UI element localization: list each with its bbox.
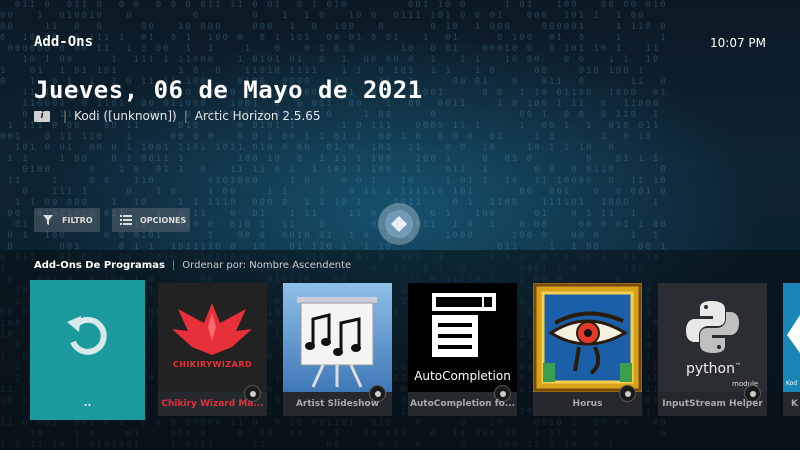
app-version: Kodi ([unknown])	[74, 109, 177, 123]
info-icon: i	[34, 110, 50, 122]
addon-card-artist-slideshow[interactable]: Artist Slideshow	[283, 283, 392, 416]
options-label: OPCIONES	[140, 215, 187, 225]
clock: 10:07 PM	[710, 36, 766, 50]
funnel-icon	[43, 215, 53, 225]
kodi-art-text: Kod	[786, 380, 798, 387]
separator: |	[63, 109, 68, 123]
card-label: AutoCompletion fo...	[409, 399, 516, 409]
card-label: Artist Slideshow	[295, 399, 380, 409]
artist-slideshow-art	[283, 283, 392, 392]
addon-card-chikiry-wizard[interactable]: CHIKIRYWIZARD Chikiry Wizard Ma...	[158, 283, 267, 416]
card-label: Horus	[572, 399, 603, 409]
addon-card-partial[interactable]: Kod K	[783, 283, 800, 416]
card-label: InputStream Helper	[662, 399, 763, 409]
sort-label: Ordenar por: Nombre Ascendente	[182, 260, 352, 271]
horus-art	[533, 283, 642, 392]
chikiry-logo-text: CHIKIRYWIZARD	[172, 360, 253, 369]
card-label: Chikiry Wizard Ma...	[161, 399, 264, 409]
filter-button[interactable]: FILTRO	[34, 208, 100, 232]
date-heading: Jueves, 06 de Mayo de 2021	[34, 76, 423, 104]
addon-card-autocompletion[interactable]: AutoCompletion AutoCompletion fo...	[408, 283, 517, 416]
filter-label: FILTRO	[62, 215, 93, 225]
card-label: K	[791, 399, 798, 409]
card-label: ..	[83, 398, 92, 409]
section-header: Add-Ons De Programas | Ordenar por: Nomb…	[34, 260, 351, 271]
separator: |	[171, 260, 176, 271]
autocompletion-logo-text: AutoCompletion	[414, 369, 511, 383]
list-icon	[120, 215, 132, 225]
info-row: i | Kodi ([unknown]) | Arctic Horizon 2.…	[34, 109, 321, 123]
kodi-art: Kod	[783, 283, 800, 392]
kodi-logo-icon	[378, 203, 420, 245]
autocompletion-art: AutoCompletion	[408, 283, 517, 392]
addon-card-horus[interactable]: Horus	[533, 283, 642, 416]
options-button[interactable]: OPCIONES	[112, 208, 190, 232]
skin-version: Arctic Horizon 2.5.65	[194, 109, 321, 123]
back-arrow-icon	[67, 316, 107, 355]
separator: |	[183, 109, 188, 123]
chikiry-wizard-art: CHIKIRYWIZARD	[158, 283, 267, 392]
window-title: Add-Ons	[34, 34, 94, 50]
python-logo-text: python™	[686, 361, 741, 377]
python-module-art: python™ module	[658, 283, 767, 392]
addon-card-inputstream-helper[interactable]: python™ module InputStream Helper	[658, 283, 767, 416]
addon-card-back[interactable]: ..	[30, 280, 145, 420]
section-title: Add-Ons De Programas	[34, 260, 165, 271]
